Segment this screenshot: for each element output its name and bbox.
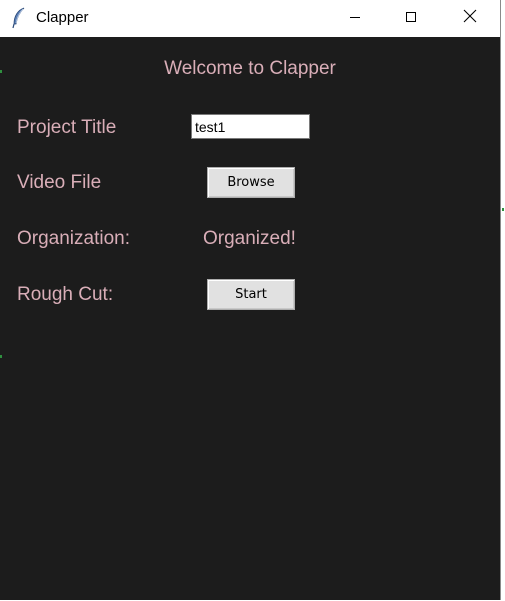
rough-cut-label: Rough Cut:	[17, 284, 114, 305]
organization-label: Organization:	[17, 228, 131, 249]
project-title-input[interactable]	[191, 114, 310, 139]
welcome-heading: Welcome to Clapper	[164, 58, 336, 79]
edge-mark	[0, 70, 2, 73]
close-icon	[463, 9, 477, 28]
window-title: Clapper	[36, 9, 89, 26]
title-bar[interactable]: Clapper	[0, 0, 500, 37]
edge-mark	[0, 355, 2, 358]
edge-mark	[502, 208, 504, 211]
browse-button[interactable]: Browse	[207, 167, 295, 198]
app-window: Clapper Welcome to Clapper Project Title…	[0, 0, 501, 600]
minimize-icon	[349, 10, 361, 28]
main-panel: Welcome to Clapper Project Title Video F…	[0, 37, 500, 600]
project-title-label: Project Title	[17, 117, 117, 138]
start-button[interactable]: Start	[207, 279, 295, 310]
video-file-label: Video File	[17, 172, 102, 193]
feather-icon	[11, 7, 27, 29]
organization-status: Organized!	[203, 228, 296, 249]
maximize-button[interactable]	[388, 0, 434, 37]
maximize-icon	[405, 10, 417, 28]
close-button[interactable]	[447, 0, 493, 37]
minimize-button[interactable]	[332, 0, 378, 37]
